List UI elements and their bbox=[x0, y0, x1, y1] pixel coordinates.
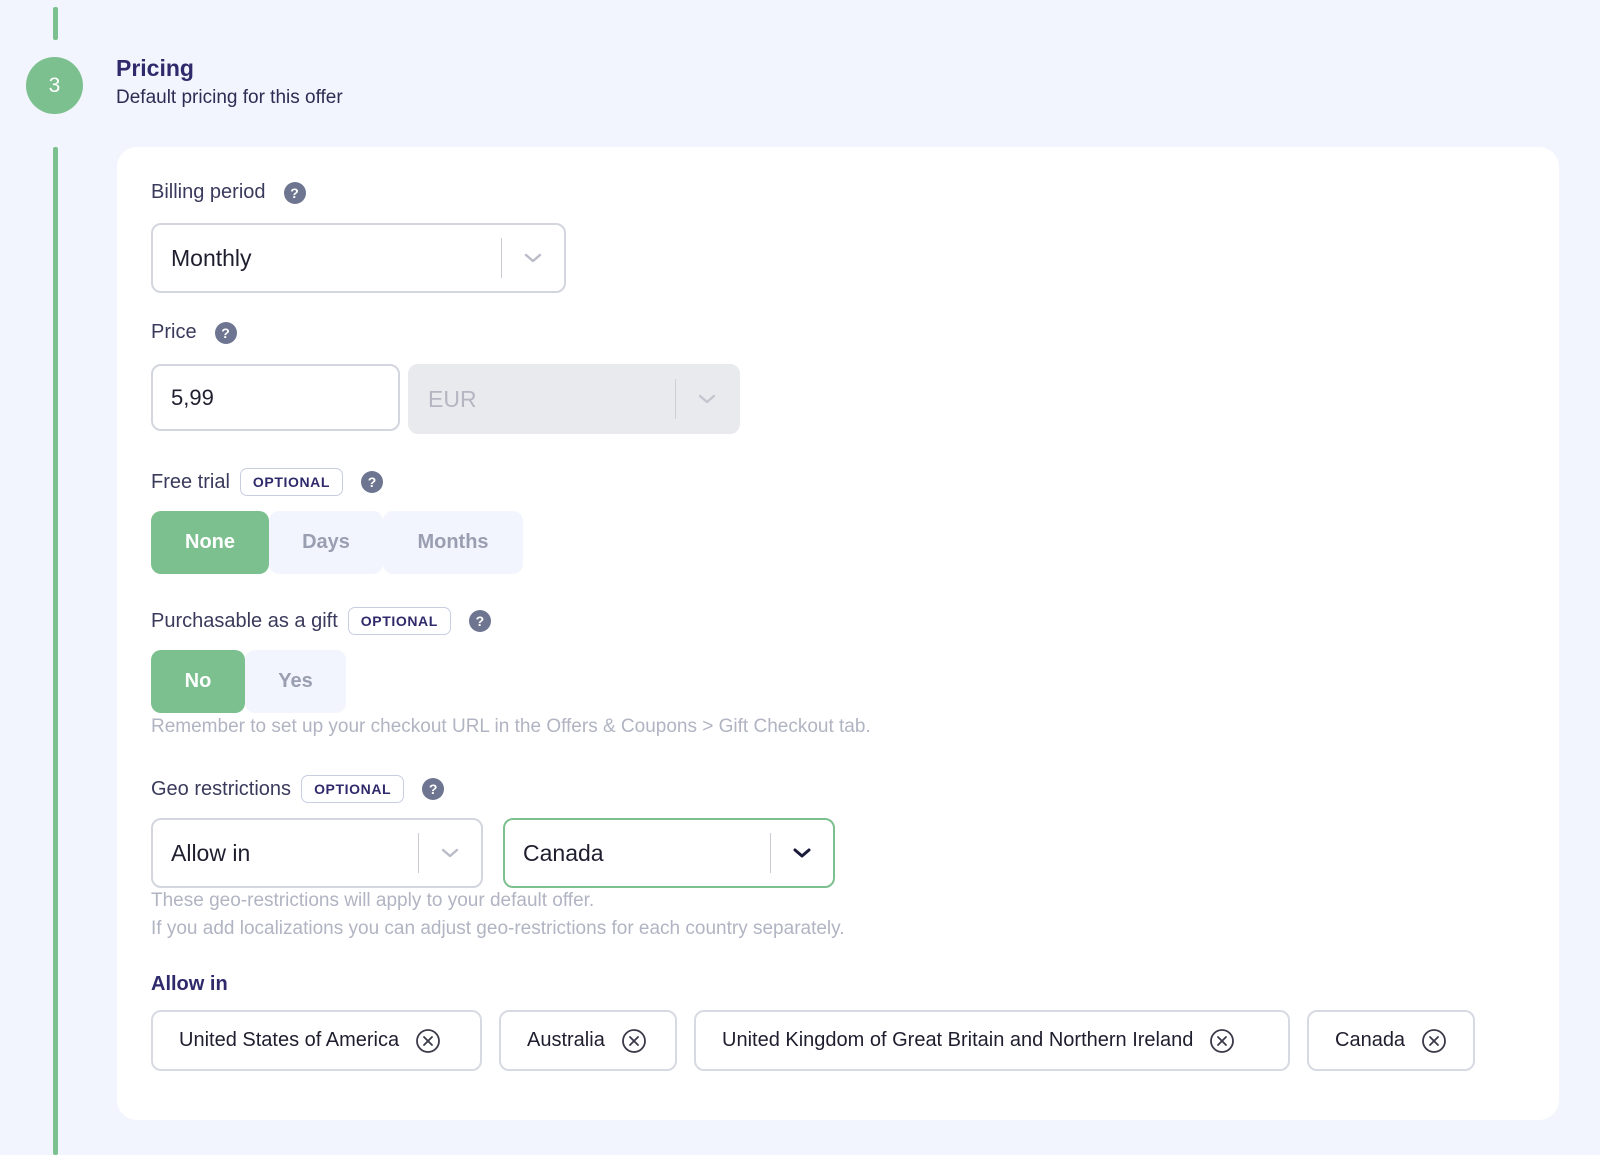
chevron-down-icon bbox=[676, 393, 738, 405]
currency-value: EUR bbox=[428, 385, 477, 412]
optional-badge: OPTIONAL bbox=[347, 607, 451, 635]
price-input[interactable]: 5,99 bbox=[151, 364, 400, 431]
help-icon[interactable]: ? bbox=[468, 610, 491, 632]
free-trial-option-label: Months bbox=[417, 531, 489, 553]
price-label-row: Price ? bbox=[151, 321, 237, 344]
pricing-step: 3 Pricing Default pricing for this offer… bbox=[0, 0, 1600, 1155]
billing-period-select[interactable]: Monthly bbox=[151, 223, 566, 293]
geo-mode-select[interactable]: Allow in bbox=[151, 818, 483, 888]
gift-option-yes[interactable]: Yes bbox=[245, 650, 346, 713]
gift-label-row: Purchasable as a gift OPTIONAL ? bbox=[151, 607, 491, 635]
stepper-line-top bbox=[53, 7, 58, 40]
geo-hint-line-2: If you add localizations you can adjust … bbox=[151, 918, 845, 939]
chevron-down-icon[interactable] bbox=[502, 252, 564, 264]
geo-country-select[interactable]: Canada bbox=[503, 818, 835, 888]
geo-mode-value: Allow in bbox=[171, 839, 251, 866]
optional-badge: OPTIONAL bbox=[239, 468, 344, 496]
optional-badge: OPTIONAL bbox=[301, 775, 405, 803]
country-chip: Canada bbox=[1307, 1010, 1475, 1071]
billing-period-value: Monthly bbox=[171, 244, 252, 271]
help-icon[interactable]: ? bbox=[361, 471, 384, 493]
geo-label-row: Geo restrictions OPTIONAL ? bbox=[151, 775, 445, 803]
remove-circle-icon[interactable] bbox=[1421, 1028, 1447, 1054]
geo-country-value: Canada bbox=[523, 839, 604, 866]
step-number: 3 bbox=[48, 73, 61, 97]
country-chip-label: United States of America bbox=[179, 1029, 400, 1051]
gift-option-label: No bbox=[184, 670, 212, 692]
billing-period-label-row: Billing period ? bbox=[151, 181, 306, 204]
geo-label: Geo restrictions bbox=[151, 777, 292, 800]
stepper-line-bottom bbox=[53, 147, 58, 1155]
gift-option-label: Yes bbox=[278, 670, 313, 692]
allow-in-list-label: Allow in bbox=[151, 973, 228, 995]
remove-circle-icon[interactable] bbox=[621, 1028, 647, 1054]
country-chip: United States of America bbox=[151, 1010, 482, 1071]
gift-hint: Remember to set up your checkout URL in … bbox=[151, 716, 871, 737]
remove-circle-icon[interactable] bbox=[415, 1028, 441, 1054]
country-chip: United Kingdom of Great Britain and Nort… bbox=[694, 1010, 1290, 1071]
chevron-down-icon[interactable] bbox=[419, 847, 481, 859]
chevron-down-icon[interactable] bbox=[771, 847, 833, 859]
gift-label: Purchasable as a gift bbox=[151, 609, 338, 632]
free-trial-option-months[interactable]: Months bbox=[383, 511, 523, 574]
help-icon[interactable]: ? bbox=[283, 181, 306, 204]
step-title: Pricing bbox=[116, 55, 194, 81]
currency-select: EUR bbox=[408, 364, 740, 434]
free-trial-option-none[interactable]: None bbox=[151, 511, 269, 574]
price-label: Price bbox=[151, 321, 197, 343]
help-icon[interactable]: ? bbox=[214, 321, 237, 344]
geo-hint-line-1: These geo-restrictions will apply to you… bbox=[151, 890, 595, 911]
country-chip-label: Australia bbox=[527, 1029, 605, 1051]
free-trial-option-label: None bbox=[185, 531, 235, 553]
country-chip-label: United Kingdom of Great Britain and Nort… bbox=[722, 1029, 1194, 1051]
step-subtitle: Default pricing for this offer bbox=[116, 87, 343, 108]
free-trial-option-label: Days bbox=[302, 531, 350, 553]
free-trial-label-row: Free trial OPTIONAL ? bbox=[151, 468, 384, 496]
gift-option-no[interactable]: No bbox=[151, 650, 245, 713]
help-icon[interactable]: ? bbox=[422, 778, 445, 800]
free-trial-option-days[interactable]: Days bbox=[269, 511, 383, 574]
remove-circle-icon[interactable] bbox=[1209, 1028, 1235, 1054]
step-number-badge: 3 bbox=[26, 57, 83, 114]
country-chip: Australia bbox=[499, 1010, 677, 1071]
price-value: 5,99 bbox=[171, 384, 214, 410]
country-chip-label: Canada bbox=[1335, 1029, 1406, 1051]
free-trial-label: Free trial bbox=[151, 470, 230, 493]
billing-period-label: Billing period bbox=[151, 181, 266, 203]
